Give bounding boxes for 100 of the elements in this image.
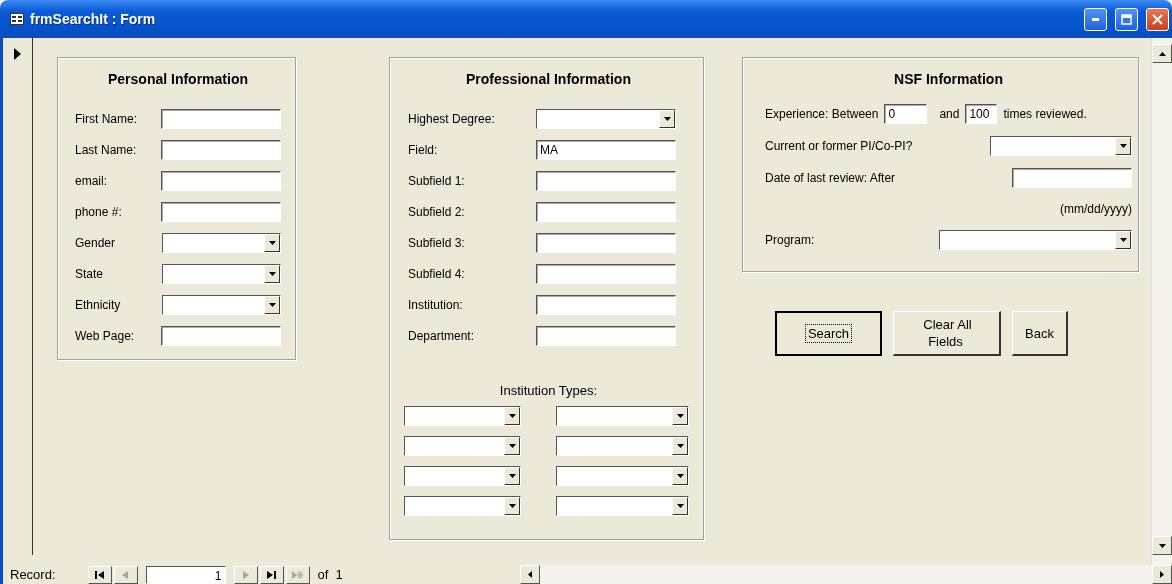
section-title: Personal Information (108, 70, 248, 89)
minimize-icon (1092, 17, 1099, 21)
dropdown[interactable] (161, 232, 281, 253)
scroll-left-button[interactable] (520, 565, 540, 584)
field-label: and (939, 107, 960, 121)
window-title: frmSearchIt : Form (30, 11, 157, 27)
field-label: Program: (765, 233, 815, 247)
first-record-icon (93, 569, 106, 580)
button[interactable]: Clear All Fields (893, 311, 1001, 356)
input-field[interactable] (536, 294, 676, 315)
input-field[interactable]: MA (536, 139, 676, 160)
input-field[interactable] (536, 263, 676, 284)
field-label: Date of last review: After (765, 171, 896, 185)
input-field[interactable] (536, 201, 676, 222)
dropdown[interactable] (556, 406, 689, 426)
navigation-button[interactable] (259, 565, 284, 584)
up-arrow-icon (1158, 51, 1166, 56)
close-button[interactable] (1146, 7, 1169, 31)
input-field[interactable] (536, 325, 676, 346)
horizontal-scrollbar[interactable] (520, 565, 1172, 584)
dropdown[interactable] (161, 263, 281, 284)
maximize-button[interactable] (1115, 7, 1138, 31)
caret-icon (508, 474, 516, 478)
caret-icon (663, 116, 671, 121)
caret-icon (676, 504, 684, 508)
section-title: Professional Information (466, 70, 631, 89)
field-label: Field: (408, 142, 439, 157)
format-hint: (mm/dd/yyyy) (1060, 201, 1132, 218)
dropdown[interactable] (556, 496, 689, 516)
input-field[interactable] (161, 139, 281, 160)
dropdown[interactable] (404, 436, 521, 456)
dropdown[interactable] (536, 108, 676, 129)
vertical-scrollbar[interactable] (1151, 38, 1172, 565)
right-arrow-icon (1160, 571, 1164, 578)
input-field[interactable]: 0 (884, 104, 928, 124)
dropdown[interactable] (556, 466, 689, 486)
field-label: phone #: (75, 204, 123, 219)
field-label: Last Name: (75, 142, 138, 157)
section-title: NSF Information (894, 70, 1003, 89)
input-field[interactable] (161, 108, 281, 129)
left-arrow-icon (528, 571, 532, 578)
minimize-button[interactable] (1084, 7, 1107, 31)
field-label: Highest Degree: (408, 111, 496, 126)
field-label: Institution Types: (499, 383, 598, 398)
record-count: of 1 (317, 567, 343, 582)
caret-icon (508, 504, 516, 508)
field-label: Institution: (408, 297, 464, 312)
field-label: Current or former PI/Co-PI? (765, 139, 913, 153)
dropdown[interactable] (161, 294, 281, 315)
maximize-icon (1121, 13, 1132, 25)
new-record-icon (291, 569, 304, 580)
triangle-pointer-icon (14, 48, 21, 60)
caret-icon (508, 414, 516, 418)
caret-icon (1119, 238, 1127, 242)
scroll-up-button[interactable] (1152, 44, 1172, 63)
field-label: Department: (408, 328, 476, 343)
field-label: email: (75, 173, 108, 188)
down-arrow-icon (1158, 543, 1166, 548)
field-label: Subfield 1: (408, 173, 466, 188)
caret-icon (268, 271, 276, 276)
caret-icon (676, 444, 684, 448)
input-field[interactable] (536, 170, 676, 191)
scroll-right-button[interactable] (1152, 565, 1172, 584)
caret-icon (268, 302, 276, 307)
record-number-field[interactable]: 1 (145, 565, 226, 584)
button[interactable]: Back (1012, 311, 1068, 356)
caret-icon (508, 444, 516, 448)
input-field[interactable]: 100 (965, 104, 998, 124)
field-label: Subfield 4: (408, 266, 466, 281)
input-field[interactable] (161, 170, 281, 191)
field-label: Gender (75, 235, 117, 250)
input-field[interactable] (161, 201, 281, 222)
navigation-button[interactable] (87, 565, 112, 584)
dropdown[interactable] (404, 496, 521, 516)
field-label: Experience: Between (765, 107, 879, 121)
dropdown[interactable] (404, 466, 521, 486)
input-field[interactable] (1012, 168, 1132, 188)
record-label: Record: (10, 567, 56, 582)
field-label: Web Page: (75, 328, 136, 343)
field-label: State (75, 266, 105, 281)
dropdown[interactable] (556, 436, 689, 456)
dropdown[interactable] (990, 136, 1132, 156)
field-label: Ethnicity (75, 297, 122, 312)
caret-icon (676, 414, 684, 418)
field-label: times reviewed. (1003, 107, 1087, 121)
caret-icon (1119, 144, 1127, 148)
caret-icon (676, 474, 684, 478)
dropdown[interactable] (404, 406, 521, 426)
scroll-down-button[interactable] (1152, 536, 1172, 555)
field-label: Subfield 3: (408, 235, 466, 250)
close-icon (1152, 13, 1163, 25)
field-label: First Name: (75, 111, 138, 126)
button[interactable]: Search (775, 311, 882, 356)
input-field[interactable] (161, 325, 281, 346)
dropdown[interactable] (939, 230, 1132, 250)
last-record-icon (265, 569, 278, 580)
field-label: Subfield 2: (408, 204, 466, 219)
input-field[interactable] (536, 232, 676, 253)
form-icon (10, 13, 24, 25)
caret-icon (268, 240, 276, 245)
